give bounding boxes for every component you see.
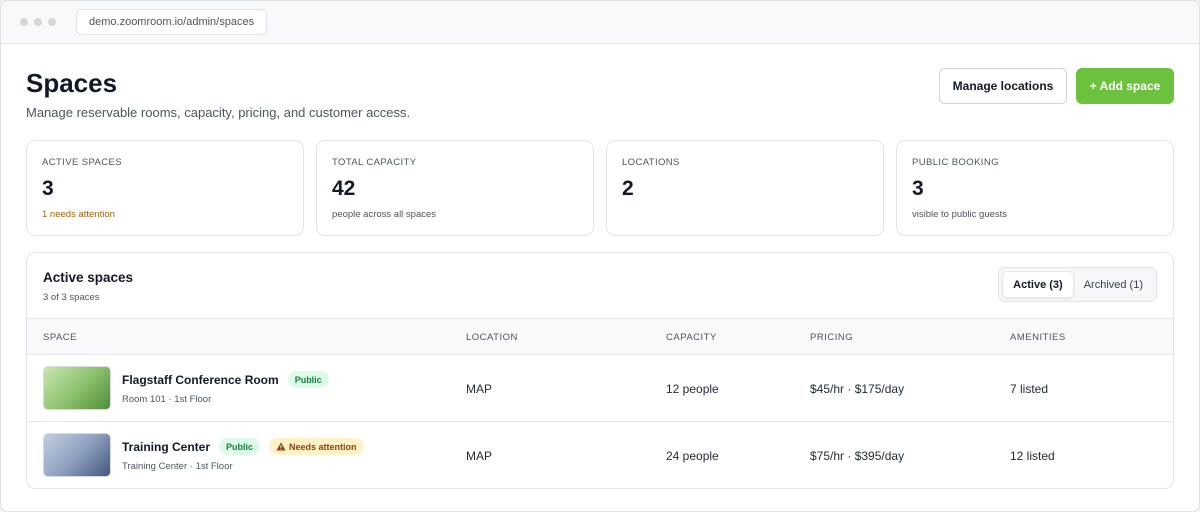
location-cell: MAP: [466, 382, 493, 396]
stat-value: 3: [42, 177, 54, 200]
spaces-panel: Active spaces 3 of 3 spaces Active (3) A…: [26, 252, 1174, 489]
page-content: Spaces Manage reservable rooms, capacity…: [1, 44, 1199, 489]
browser-window: demo.zoomroom.io/admin/spaces Spaces Man…: [0, 0, 1200, 512]
page-title: Spaces: [26, 68, 118, 98]
tab-active[interactable]: Active (3): [1002, 271, 1074, 298]
stat-label: Public booking: [912, 157, 999, 168]
capacity-cell: 24 people: [666, 449, 719, 463]
stat-value: 42: [332, 177, 356, 200]
address-bar[interactable]: demo.zoomroom.io/admin/spaces: [76, 9, 268, 35]
table-row[interactable]: Training Center Public Needs attention T…: [27, 422, 1173, 488]
stat-card-active-spaces: Active spaces 3 1 needs attention: [26, 140, 304, 236]
public-badge: Public: [219, 438, 261, 455]
space-name[interactable]: Flagstaff Conference Room: [122, 373, 279, 387]
stat-card-locations: Locations 2: [606, 140, 884, 236]
stat-label: Total capacity: [332, 157, 417, 168]
stat-note: visible to public guests: [912, 209, 1008, 220]
panel-header: Active spaces 3 of 3 spaces Active (3) A…: [27, 253, 1173, 318]
stat-value: 3: [912, 177, 924, 200]
table-header: Space Location Capacity Pricing Amenitie…: [27, 318, 1173, 355]
stat-note: 1 needs attention: [42, 209, 115, 220]
add-space-button[interactable]: + Add space: [1076, 68, 1174, 104]
needs-attention-badge: Needs attention: [269, 438, 364, 455]
stat-note: people across all spaces: [332, 209, 437, 220]
column-header-pricing[interactable]: Pricing: [810, 332, 853, 343]
space-name-line: Flagstaff Conference Room Public: [122, 371, 329, 388]
amenities-cell: 7 listed: [1010, 382, 1049, 396]
window-controls: [20, 18, 56, 26]
stat-value: 2: [622, 177, 634, 200]
column-header-space[interactable]: Space: [43, 332, 77, 343]
space-room-info: Room 101 · 1st Floor: [122, 394, 212, 405]
column-header-capacity[interactable]: Capacity: [666, 332, 717, 343]
stat-card-public-booking: Public booking 3 visible to public guest…: [896, 140, 1174, 236]
window-dot[interactable]: [20, 18, 28, 26]
window-dot[interactable]: [34, 18, 42, 26]
space-room-info: Training Center · 1st Floor: [122, 461, 233, 472]
location-cell: MAP: [466, 449, 493, 463]
pricing-cell: $45/hr · $175/day: [810, 382, 905, 396]
page-header: Spaces Manage reservable rooms, capacity…: [26, 44, 1174, 140]
window-dot[interactable]: [48, 18, 56, 26]
space-thumbnail: [43, 366, 111, 410]
stat-label: Active spaces: [42, 157, 122, 168]
space-name[interactable]: Training Center: [122, 440, 210, 454]
amenities-cell: 12 listed: [1010, 449, 1055, 463]
header-actions: Manage locations + Add space: [939, 68, 1174, 104]
pricing-cell: $75/hr · $395/day: [810, 449, 905, 463]
tab-archived[interactable]: Archived (1): [1074, 271, 1153, 298]
stat-label: Locations: [622, 157, 680, 168]
page-subtitle: Manage reservable rooms, capacity, prici…: [26, 105, 411, 120]
column-header-amenities[interactable]: Amenities: [1010, 332, 1066, 343]
table-row[interactable]: Flagstaff Conference Room Public Room 10…: [27, 355, 1173, 422]
needs-attention-label: Needs attention: [289, 441, 357, 452]
capacity-cell: 12 people: [666, 382, 719, 396]
column-header-location[interactable]: Location: [466, 332, 518, 343]
status-toggle: Active (3) Archived (1): [998, 267, 1157, 302]
stat-card-total-capacity: Total capacity 42 people across all spac…: [316, 140, 594, 236]
space-name-line: Training Center Public Needs attention: [122, 438, 364, 455]
warning-icon: [276, 442, 286, 451]
stats-row: Active spaces 3 1 needs attention Total …: [26, 140, 1174, 236]
panel-subtitle: 3 of 3 spaces: [43, 292, 100, 303]
manage-locations-button[interactable]: Manage locations: [939, 68, 1067, 104]
panel-title: Active spaces: [43, 270, 134, 285]
browser-chrome: demo.zoomroom.io/admin/spaces: [1, 1, 1199, 44]
space-thumbnail: [43, 433, 111, 477]
public-badge: Public: [287, 371, 329, 388]
